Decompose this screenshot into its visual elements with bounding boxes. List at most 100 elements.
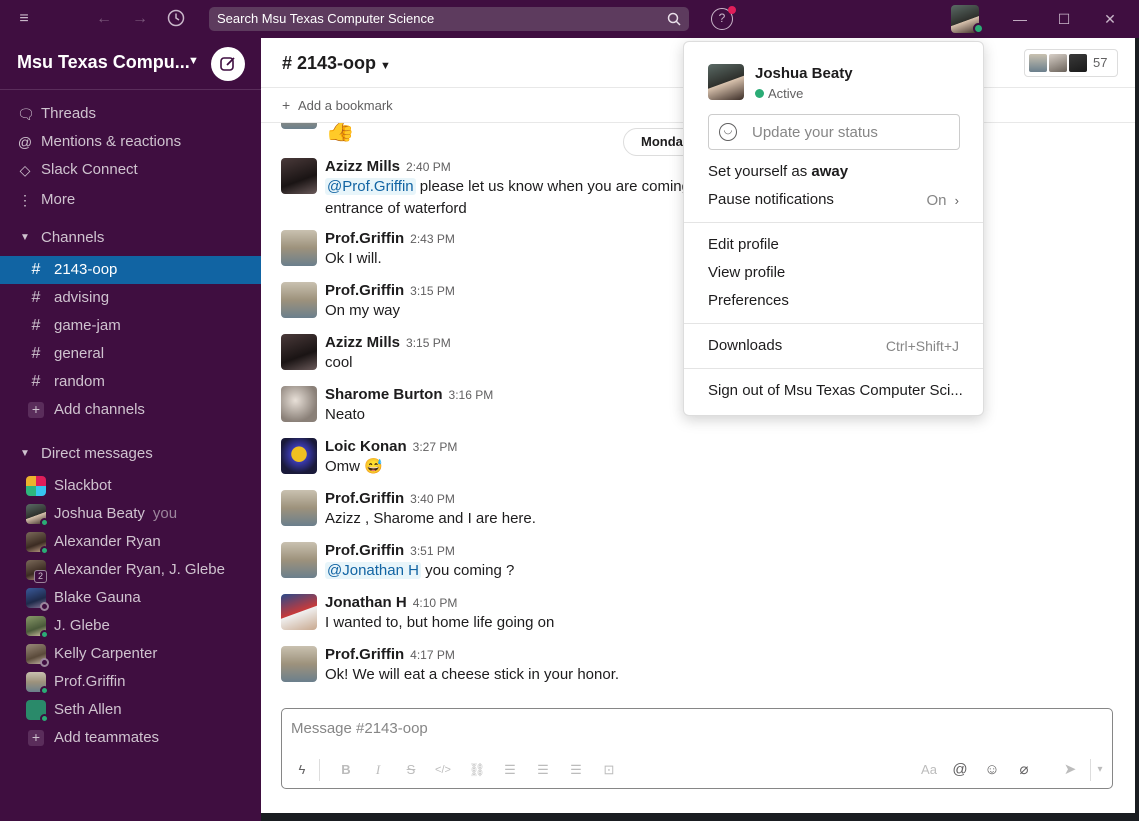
dm-group-alexander-ryan-j-glebe[interactable]: 2 Alexander Ryan, J. Glebe xyxy=(0,556,261,584)
chevron-down-icon[interactable]: ▼ xyxy=(188,55,199,67)
channel-title-button[interactable]: # 2143-oop ▼ xyxy=(282,53,391,74)
code-icon[interactable]: </> xyxy=(433,760,453,780)
dm-joshua-beaty[interactable]: Joshua Beaty you xyxy=(0,500,261,528)
mention-link[interactable]: @Prof.Griffin xyxy=(325,178,416,195)
workspace-name[interactable]: Msu Texas Compu... xyxy=(17,52,190,73)
update-status-input[interactable]: ◡ Update your status xyxy=(708,114,960,150)
sidebar-channel-general[interactable]: # general xyxy=(0,340,261,368)
message-timestamp[interactable]: 4:17 PM xyxy=(410,648,455,662)
sidebar-item-mentions[interactable]: @ Mentions & reactions xyxy=(0,128,261,156)
avatar[interactable] xyxy=(281,158,317,194)
code-block-icon[interactable]: ⊡ xyxy=(599,760,619,780)
send-options-chevron-icon[interactable]: ▾ xyxy=(1090,760,1110,780)
sidebar-channel-random[interactable]: # random xyxy=(0,368,261,396)
sidebar-channel-game-jam[interactable]: # game-jam xyxy=(0,312,261,340)
bulleted-list-icon[interactable]: ☰ xyxy=(533,760,553,780)
forward-arrow-icon[interactable]: → xyxy=(130,9,150,29)
message-author[interactable]: Jonathan H xyxy=(325,594,407,611)
plus-icon[interactable]: + xyxy=(282,97,290,113)
edit-profile-item[interactable]: Edit profile xyxy=(708,236,779,253)
message-timestamp[interactable]: 2:43 PM xyxy=(410,232,455,246)
dm-section-header[interactable]: ▼ Direct messages xyxy=(0,440,261,468)
sidebar-channel-advising[interactable]: # advising xyxy=(0,284,261,312)
mention-link[interactable]: @Jonathan H xyxy=(325,562,421,579)
strikethrough-icon[interactable]: S xyxy=(401,760,421,780)
dm-prof-griffin[interactable]: Prof.Griffin xyxy=(0,668,261,696)
sign-out-item[interactable]: Sign out of Msu Texas Computer Sci... xyxy=(708,382,963,399)
italic-icon[interactable]: I xyxy=(368,760,388,780)
link-icon[interactable]: ⛓ xyxy=(467,760,487,780)
avatar[interactable] xyxy=(281,282,317,318)
history-clock-icon[interactable] xyxy=(166,9,186,29)
add-channels-button[interactable]: + Add channels xyxy=(0,396,261,424)
notification-dot xyxy=(728,6,736,14)
sidebar-item-threads[interactable]: 🗨 Threads xyxy=(0,100,261,128)
avatar[interactable] xyxy=(281,646,317,682)
set-away-item[interactable]: Set yourself as away xyxy=(708,163,848,180)
add-bookmark-button[interactable]: Add a bookmark xyxy=(298,98,393,113)
avatar[interactable] xyxy=(281,490,317,526)
message-author[interactable]: Sharome Burton xyxy=(325,386,443,403)
preferences-item[interactable]: Preferences xyxy=(708,292,789,309)
sidebar-item-more[interactable]: ⋮ More xyxy=(0,186,261,214)
message-timestamp[interactable]: 4:10 PM xyxy=(413,596,458,610)
pause-notifications-item[interactable]: Pause notifications xyxy=(708,191,834,208)
maximize-window-icon[interactable]: ☐ xyxy=(1054,10,1074,28)
blockquote-icon[interactable]: ☰ xyxy=(566,760,586,780)
avatar[interactable] xyxy=(281,594,317,630)
hamburger-menu-icon[interactable]: ≡ xyxy=(14,9,34,29)
presence-active-icon xyxy=(755,89,764,98)
avatar[interactable] xyxy=(281,542,317,578)
dm-alexander-ryan[interactable]: Alexander Ryan xyxy=(0,528,261,556)
mention-at-icon[interactable]: @ xyxy=(950,760,970,780)
message-timestamp[interactable]: 3:15 PM xyxy=(410,284,455,298)
message-timestamp[interactable]: 3:51 PM xyxy=(410,544,455,558)
avatar[interactable] xyxy=(281,230,317,266)
compose-button[interactable] xyxy=(211,47,245,81)
sidebar-channel-2143-oop[interactable]: # 2143-oop xyxy=(0,256,261,284)
send-icon[interactable]: ➤ xyxy=(1060,760,1080,780)
message-author[interactable]: Prof.Griffin xyxy=(325,230,404,247)
message-composer[interactable]: Message #2143-oop ϟ B I S </> ⛓ ☰ ☰ ☰ ⊡ … xyxy=(281,708,1113,789)
add-teammates-button[interactable]: + Add teammates xyxy=(0,724,261,752)
pause-notifications-value[interactable]: On › xyxy=(926,192,959,209)
dm-seth-allen[interactable]: Seth Allen xyxy=(0,696,261,724)
shortcuts-lightning-icon[interactable]: ϟ xyxy=(292,760,312,780)
workspace-header[interactable]: Msu Texas Compu... ▼ xyxy=(0,38,261,90)
search-input[interactable]: Search Msu Texas Computer Science xyxy=(209,7,689,31)
ordered-list-icon[interactable]: ☰ xyxy=(500,760,520,780)
message-author[interactable]: Prof.Griffin xyxy=(325,646,404,663)
view-profile-item[interactable]: View profile xyxy=(708,264,785,281)
message-timestamp[interactable]: 3:15 PM xyxy=(406,336,451,350)
message-timestamp[interactable]: 3:16 PM xyxy=(449,388,494,402)
sidebar-item-slack-connect[interactable]: ◇ Slack Connect xyxy=(0,156,261,184)
minimize-window-icon[interactable]: — xyxy=(1010,10,1030,28)
message-timestamp[interactable]: 2:40 PM xyxy=(406,160,451,174)
message-timestamp[interactable]: 3:40 PM xyxy=(410,492,455,506)
message-author[interactable]: Prof.Griffin xyxy=(325,490,404,507)
dm-kelly-carpenter[interactable]: Kelly Carpenter xyxy=(0,640,261,668)
channels-section-header[interactable]: ▼ Channels xyxy=(0,224,261,252)
dm-j-glebe[interactable]: J. Glebe xyxy=(0,612,261,640)
message-author[interactable]: Loic Konan xyxy=(325,438,407,455)
message-author[interactable]: Azizz Mills xyxy=(325,158,400,175)
caret-down-icon[interactable]: ▼ xyxy=(20,224,30,252)
caret-down-icon[interactable]: ▼ xyxy=(20,440,30,468)
dm-blake-gauna[interactable]: Blake Gauna xyxy=(0,584,261,612)
message-author[interactable]: Azizz Mills xyxy=(325,334,400,351)
message-author[interactable]: Prof.Griffin xyxy=(325,542,404,559)
avatar[interactable] xyxy=(281,438,317,474)
avatar[interactable] xyxy=(281,386,317,422)
attachment-paperclip-icon[interactable]: ⌀ xyxy=(1014,760,1034,780)
emoji-picker-icon[interactable]: ☺ xyxy=(982,760,1002,780)
dm-slackbot[interactable]: Slackbot xyxy=(0,472,261,500)
formatting-toggle-icon[interactable]: Aa xyxy=(919,760,939,780)
back-arrow-icon[interactable]: ← xyxy=(94,9,114,29)
downloads-item[interactable]: Downloads xyxy=(708,337,782,354)
members-button[interactable]: 57 xyxy=(1024,49,1118,77)
message-author[interactable]: Prof.Griffin xyxy=(325,282,404,299)
avatar[interactable] xyxy=(281,334,317,370)
close-window-icon[interactable]: ✕ xyxy=(1100,10,1120,28)
bold-icon[interactable]: B xyxy=(336,760,356,780)
message-timestamp[interactable]: 3:27 PM xyxy=(413,440,458,454)
